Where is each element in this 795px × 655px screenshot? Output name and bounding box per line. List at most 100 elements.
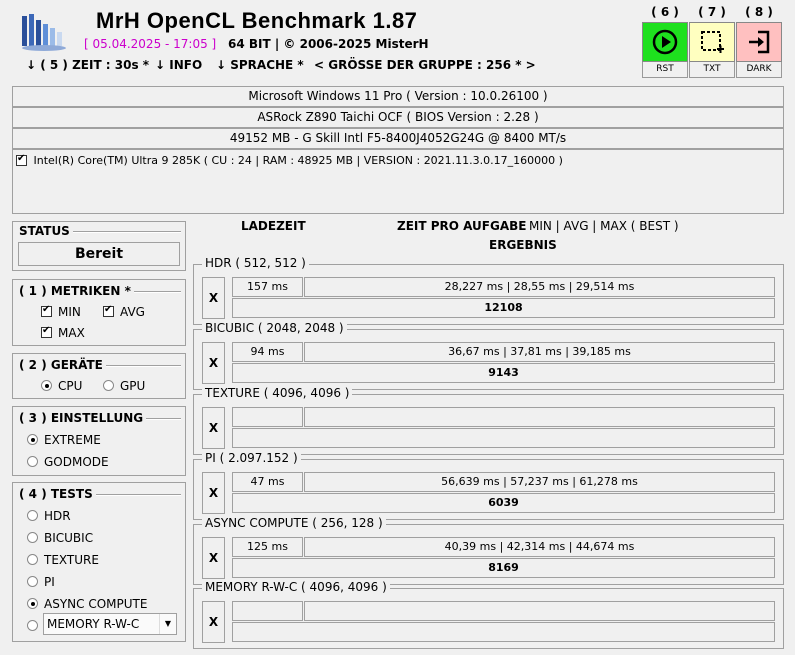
result-score: 9143 (232, 363, 775, 383)
group-title: TEXTURE ( 4096, 4096 ) (202, 386, 353, 400)
settings-panel: ( 3 ) EINSTELLUNG EXTREME GODMODE (12, 406, 186, 476)
metrics-title: ( 1 ) METRIKEN * (19, 284, 134, 298)
cpu-list-item[interactable]: Intel(R) Core(TM) Ultra 9 285K ( CU : 24… (16, 153, 563, 167)
menu-zeit[interactable]: ↓ ( 5 ) ZEIT : 30s * (26, 58, 149, 72)
test-texture[interactable]: TEXTURE (27, 552, 99, 567)
txt-button[interactable] (689, 22, 735, 62)
task-times (304, 601, 775, 621)
result-group-async-compute: ASYNC COMPUTE ( 256, 128 ) X 125 ms 40,3… (193, 516, 784, 585)
col-ergebnis: ERGEBNIS (489, 238, 557, 252)
test-memory[interactable] (27, 618, 38, 632)
result-score (232, 428, 775, 448)
run-button[interactable] (642, 22, 688, 62)
col-zeit: ZEIT PRO AUFGABE (397, 219, 527, 233)
hdr-radio[interactable] (27, 510, 38, 521)
devices-title: ( 2 ) GERÄTE (19, 358, 106, 372)
test-pi[interactable]: PI (27, 574, 55, 589)
version-info: 64 BIT | © 2006-2025 MisterH (228, 37, 429, 51)
result-score: 8169 (232, 558, 775, 578)
cpu-info: Intel(R) Core(TM) Ultra 9 285K ( CU : 24… (33, 153, 563, 167)
col-minavgmax: MIN | AVG | MAX ( BEST ) (529, 219, 679, 233)
result-group-bicubic: BICUBIC ( 2048, 2048 ) X 94 ms 36,67 ms … (193, 321, 784, 390)
group-title: PI ( 2.097.152 ) (202, 451, 301, 465)
load-time: 94 ms (232, 342, 303, 362)
txt-label: TXT (689, 62, 735, 78)
chevron-down-icon[interactable]: ▼ (159, 614, 176, 634)
os-info: Microsoft Windows 11 Pro ( Version : 10.… (12, 86, 784, 107)
group-title: BICUBIC ( 2048, 2048 ) (202, 321, 347, 335)
app-title: MrH OpenCL Benchmark 1.87 (96, 8, 418, 33)
devices-panel: ( 2 ) GERÄTE CPU GPU (12, 353, 186, 399)
min-checkbox[interactable] (41, 304, 52, 317)
memory-info: 49152 MB - G Skill Intl F5-8400J4052G24G… (12, 128, 784, 149)
task-times: 56,639 ms | 57,237 ms | 61,278 ms (304, 472, 775, 492)
clear-button[interactable]: X (202, 277, 225, 319)
result-score: 6039 (232, 493, 775, 513)
metric-max[interactable]: MAX (41, 325, 85, 340)
menu-sprache[interactable]: ↓ SPRACHE * (216, 58, 304, 72)
setting-godmode[interactable]: GODMODE (27, 454, 109, 469)
clear-button[interactable]: X (202, 472, 225, 514)
dark-shortcut: ( 8 ) (745, 5, 773, 19)
result-score (232, 622, 775, 642)
tests-panel: ( 4 ) TESTS HDR BICUBIC TEXTURE PI ASYNC… (12, 482, 186, 642)
menu-gruppe[interactable]: < GRÖSSE DER GRUPPE : 256 * > (314, 58, 536, 72)
dropdown-value: MEMORY R-W-C (47, 617, 140, 631)
device-cpu[interactable]: CPU (41, 378, 82, 393)
board-info: ASRock Z890 Taichi OCF ( BIOS Version : … (12, 107, 784, 128)
dark-button[interactable] (736, 22, 782, 62)
status-value: Bereit (18, 242, 180, 266)
bicubic-radio[interactable] (27, 532, 38, 543)
clear-button[interactable]: X (202, 537, 225, 579)
extreme-radio[interactable] (27, 434, 38, 445)
rst-label: RST (642, 62, 688, 78)
app-logo-icon (20, 12, 68, 52)
cpu-radio[interactable] (41, 380, 52, 391)
load-time (232, 601, 303, 621)
texture-radio[interactable] (27, 554, 38, 565)
clear-button[interactable]: X (202, 601, 225, 643)
menu-info[interactable]: ↓ INFO (155, 58, 202, 72)
metric-min[interactable]: MIN (41, 304, 81, 319)
avg-checkbox[interactable] (103, 304, 114, 317)
pi-radio[interactable] (27, 576, 38, 587)
status-title: STATUS (19, 224, 73, 238)
test-async-compute[interactable]: ASYNC COMPUTE (27, 596, 147, 611)
result-group-hdr: HDR ( 512, 512 ) X 157 ms 28,227 ms | 28… (193, 256, 784, 325)
async-compute-radio[interactable] (27, 598, 38, 609)
metric-avg[interactable]: AVG (103, 304, 145, 319)
result-group-pi: PI ( 2.097.152 ) X 47 ms 56,639 ms | 57,… (193, 451, 784, 520)
result-group-texture: TEXTURE ( 4096, 4096 ) X (193, 386, 784, 455)
cpu-list[interactable]: Intel(R) Core(TM) Ultra 9 285K ( CU : 24… (12, 149, 784, 214)
test-hdr[interactable]: HDR (27, 508, 71, 523)
test-bicubic[interactable]: BICUBIC (27, 530, 93, 545)
memory-test-dropdown[interactable]: MEMORY R-W-C ▼ (43, 613, 177, 635)
exit-icon (749, 30, 770, 54)
setting-extreme[interactable]: EXTREME (27, 432, 101, 447)
tests-title: ( 4 ) TESTS (19, 487, 96, 501)
group-title: HDR ( 512, 512 ) (202, 256, 309, 270)
clear-button[interactable]: X (202, 342, 225, 384)
col-ladezeit: LADEZEIT (241, 219, 306, 233)
play-icon (652, 29, 678, 55)
timestamp: [ 05.04.2025 - 17:05 ] (84, 37, 217, 51)
godmode-radio[interactable] (27, 456, 38, 467)
device-gpu[interactable]: GPU (103, 378, 145, 393)
load-time: 125 ms (232, 537, 303, 557)
cpu-checkbox[interactable] (16, 153, 27, 166)
task-times (304, 407, 775, 427)
rst-shortcut: ( 6 ) (651, 5, 679, 19)
txt-shortcut: ( 7 ) (698, 5, 726, 19)
clear-button[interactable]: X (202, 407, 225, 449)
load-time: 47 ms (232, 472, 303, 492)
screenshot-icon (701, 31, 724, 53)
max-checkbox[interactable] (41, 325, 52, 338)
group-title: MEMORY R-W-C ( 4096, 4096 ) (202, 580, 390, 594)
gpu-radio[interactable] (103, 380, 114, 391)
load-time: 157 ms (232, 277, 303, 297)
result-score: 12108 (232, 298, 775, 318)
group-title: ASYNC COMPUTE ( 256, 128 ) (202, 516, 386, 530)
memory-radio[interactable] (27, 620, 38, 631)
dark-label: DARK (736, 62, 782, 78)
load-time (232, 407, 303, 427)
